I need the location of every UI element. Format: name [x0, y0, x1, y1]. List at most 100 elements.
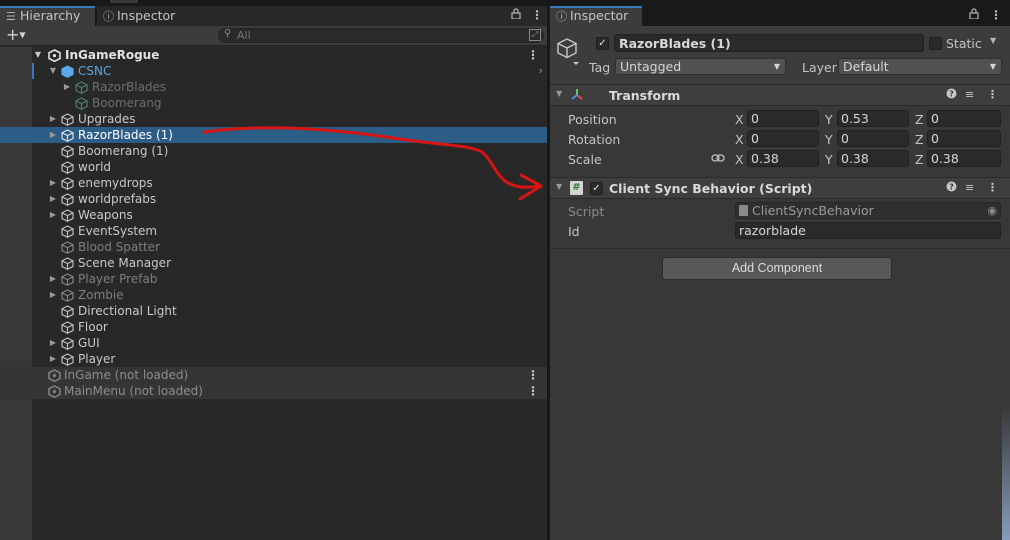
rotation-label: Rotation — [568, 132, 621, 147]
hierarchy-panel: ☰Hierarchy ⓘInspector ⋮ +▼ ⚲ ⤢ ▼ InGameRo… — [0, 6, 547, 540]
menu-dots-icon[interactable]: ⋮ — [527, 367, 539, 383]
menu-dots-icon[interactable]: ⋮ — [527, 383, 539, 399]
create-button[interactable]: +▼ — [6, 26, 26, 45]
static-checkbox[interactable] — [929, 37, 942, 50]
search-scene-toggle-icon[interactable]: ⤢ — [529, 29, 541, 41]
hierarchy-row[interactable]: ▶ Player Prefab — [0, 271, 547, 287]
script-file-icon — [739, 205, 748, 216]
axis-z-label: Z — [915, 132, 924, 147]
position-z-field[interactable] — [927, 110, 1001, 127]
hierarchy-row[interactable]: Boomerang (1) — [0, 143, 547, 159]
search-input[interactable] — [237, 29, 517, 42]
foldout-arrow-icon[interactable]: ▼ — [556, 182, 562, 191]
hierarchy-row[interactable]: ▶ RazorBlades — [0, 79, 547, 95]
tag-dropdown[interactable]: Untagged ▼ — [615, 58, 786, 75]
help-icon[interactable]: ? — [946, 181, 957, 195]
collapsed-arrow-icon[interactable]: ▶ — [48, 335, 58, 351]
collapsed-arrow-icon[interactable]: ▶ — [48, 287, 58, 303]
collapsed-arrow-icon[interactable]: ▶ — [48, 191, 58, 207]
position-y-field[interactable] — [837, 110, 909, 127]
menu-dots-icon[interactable]: ⋮ — [527, 47, 539, 63]
scale-x-field[interactable] — [747, 150, 819, 167]
collapsed-arrow-icon[interactable]: ▶ — [48, 127, 58, 143]
hierarchy-tabbar: ☰ Hierarchy ⓘ Inspector ⋮ — [0, 6, 547, 26]
scale-y-field[interactable] — [837, 150, 909, 167]
static-dropdown-icon[interactable]: ▼ — [990, 36, 996, 45]
prefab-cube-icon — [75, 81, 88, 94]
link-icon[interactable] — [711, 152, 725, 166]
hierarchy-row[interactable]: ▶ Upgrades — [0, 111, 547, 127]
id-field[interactable] — [735, 222, 1001, 239]
collapsed-arrow-icon[interactable]: ▶ — [48, 207, 58, 223]
row-label: enemydrops — [78, 176, 153, 190]
object-name-field[interactable] — [614, 34, 924, 52]
preset-sliders-icon[interactable]: ≡ — [965, 88, 974, 101]
scene-row[interactable]: ▼ InGameRogue ⋮ — [0, 47, 547, 63]
transform-header[interactable]: ▼ Transform ? ≡ ⋮ — [550, 84, 1010, 106]
scene-row[interactable]: InGame (not loaded) ⋮ — [0, 367, 547, 383]
lock-icon[interactable] — [511, 8, 521, 22]
open-prefab-chevron-icon[interactable]: › — [539, 63, 543, 79]
foldout-arrow-icon[interactable]: ▼ — [556, 89, 562, 98]
axis-z-label: Z — [915, 152, 924, 167]
expanded-arrow-icon[interactable]: ▼ — [48, 63, 58, 79]
active-checkbox[interactable]: ✓ — [596, 37, 609, 50]
menu-dots-icon[interactable]: ⋮ — [990, 8, 1002, 22]
object-picker-icon[interactable]: ◉ — [987, 203, 997, 218]
hierarchy-row[interactable]: Floor — [0, 319, 547, 335]
hierarchy-row[interactable]: Scene Manager — [0, 255, 547, 271]
tab-inspector-secondary[interactable]: ⓘ Inspector — [97, 6, 547, 26]
collapsed-arrow-icon[interactable]: ▶ — [48, 271, 58, 287]
info-icon: ⓘ — [103, 10, 114, 23]
unity-scene-icon — [48, 49, 61, 63]
chevron-down-icon: ▼ — [19, 30, 26, 40]
prefab-cube-icon — [61, 65, 74, 78]
hierarchy-row[interactable]: world — [0, 159, 547, 175]
hierarchy-row[interactable]: ▶ Weapons — [0, 207, 547, 223]
layer-dropdown[interactable]: Default ▼ — [838, 58, 1002, 75]
client-sync-header[interactable]: ▼ # ✓ Client Sync Behavior (Script) ? ≡ … — [550, 177, 1010, 199]
axis-y-label: Y — [825, 112, 833, 127]
tab-inspector[interactable]: ⓘ Inspector — [550, 6, 642, 26]
gameobject-cube-icon — [61, 289, 74, 302]
expanded-arrow-icon[interactable]: ▼ — [33, 47, 43, 63]
scene-row[interactable]: MainMenu (not loaded) ⋮ — [0, 383, 547, 399]
gameobject-cube-icon[interactable] — [556, 36, 582, 66]
hierarchy-row[interactable]: ▶ GUI — [0, 335, 547, 351]
hierarchy-row[interactable]: Boomerang — [0, 95, 547, 111]
rotation-x-field[interactable] — [747, 130, 819, 147]
rotation-y-field[interactable] — [837, 130, 909, 147]
hierarchy-row[interactable]: ▼ CSNC › — [0, 63, 547, 79]
collapsed-arrow-icon[interactable]: ▶ — [48, 111, 58, 127]
hierarchy-toolbar: +▼ ⚲ ⤢ — [0, 26, 547, 46]
hierarchy-row[interactable]: Directional Light — [0, 303, 547, 319]
window-notch — [110, 0, 138, 3]
hierarchy-row[interactable]: Blood Spatter — [0, 239, 547, 255]
row-label: InGameRogue — [65, 48, 160, 62]
scale-z-field[interactable] — [927, 150, 1001, 167]
rotation-z-field[interactable] — [927, 130, 1001, 147]
component-menu-icon[interactable]: ⋮ — [987, 88, 998, 101]
component-enabled-checkbox[interactable]: ✓ — [590, 182, 603, 195]
row-label: EventSystem — [78, 224, 158, 238]
collapsed-arrow-icon[interactable]: ▶ — [48, 351, 58, 367]
position-x-field[interactable] — [747, 110, 819, 127]
hierarchy-row[interactable]: ▶ worldprefabs — [0, 191, 547, 207]
row-label: Weapons — [78, 208, 133, 222]
help-icon[interactable]: ? — [946, 88, 957, 102]
add-component-button[interactable]: Add Component — [662, 257, 892, 280]
lock-icon[interactable] — [969, 8, 979, 22]
menu-dots-icon[interactable]: ⋮ — [531, 8, 543, 22]
hierarchy-row[interactable]: ▶ Player — [0, 351, 547, 367]
hierarchy-row[interactable]: ▶ Zombie — [0, 287, 547, 303]
hierarchy-row[interactable]: ▶ RazorBlades (1) — [0, 127, 547, 143]
position-label: Position — [568, 112, 617, 127]
preset-sliders-icon[interactable]: ≡ — [965, 181, 974, 194]
collapsed-arrow-icon[interactable]: ▶ — [48, 175, 58, 191]
hierarchy-row[interactable]: ▶ enemydrops — [0, 175, 547, 191]
component-menu-icon[interactable]: ⋮ — [987, 181, 998, 194]
hierarchy-row[interactable]: EventSystem — [0, 223, 547, 239]
collapsed-arrow-icon[interactable]: ▶ — [62, 79, 72, 95]
tab-hierarchy[interactable]: ☰ Hierarchy — [0, 6, 95, 26]
script-label: Script — [568, 204, 605, 219]
